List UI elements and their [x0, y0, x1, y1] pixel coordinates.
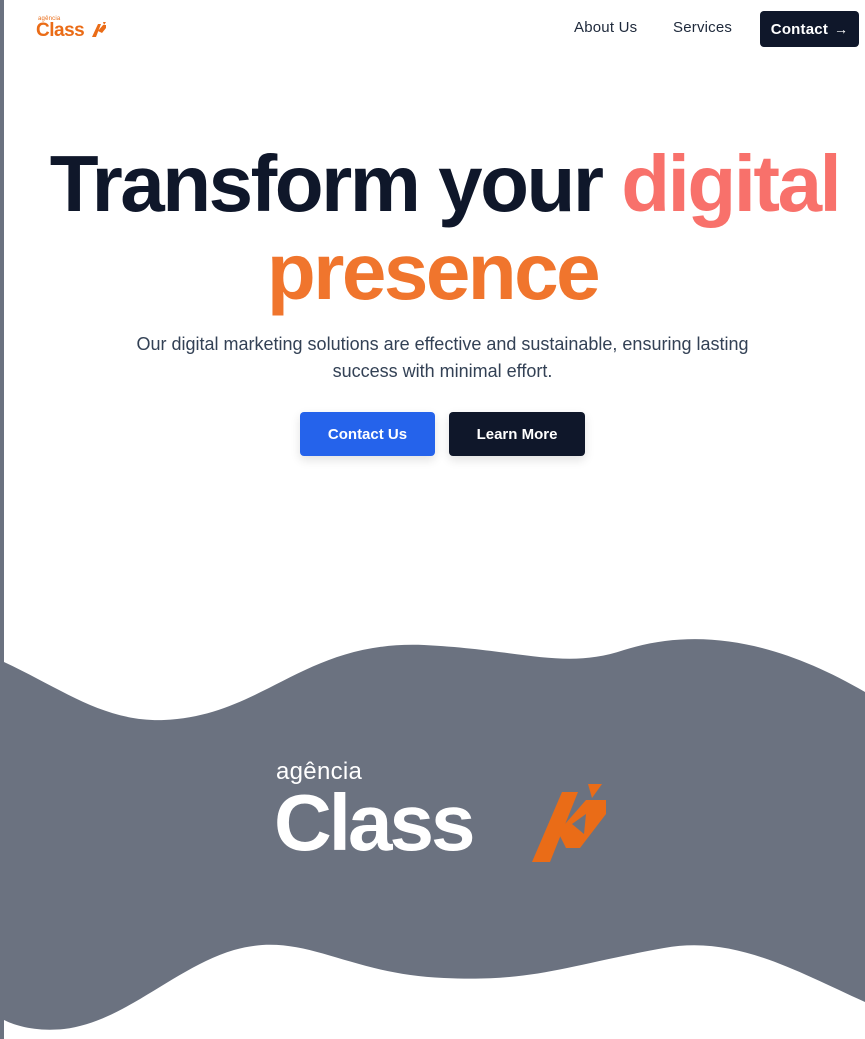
hero-title-highlight-digital: digital — [621, 139, 842, 228]
banner-logo-name-text: Class — [274, 778, 475, 867]
nav-about-us[interactable]: About Us — [574, 19, 637, 36]
hero-title: Transform your digital presence — [0, 140, 865, 316]
banner-logo: agência Class — [274, 758, 616, 868]
nav-contact-label: Contact — [770, 20, 829, 38]
hero-subtitle: Our digital marketing solutions are effe… — [136, 334, 749, 381]
logo-mark-icon — [92, 22, 106, 37]
header-logo[interactable]: agência Class — [36, 16, 108, 42]
logo-name-text: Class — [36, 20, 85, 41]
learn-more-button[interactable]: Learn More — [449, 412, 585, 456]
banner-logo-mark-icon — [532, 784, 606, 862]
arrow-right-icon: → — [834, 21, 849, 37]
contact-us-button[interactable]: Contact Us — [300, 412, 435, 456]
nav-contact-button[interactable]: Contact → — [760, 11, 859, 47]
hero-title-highlight-presence: presence — [266, 227, 601, 316]
hero-title-part1: Transform your — [49, 139, 622, 228]
nav-services[interactable]: Services — [673, 19, 732, 36]
site-header: agência Class About Us Services Contact … — [0, 0, 865, 58]
